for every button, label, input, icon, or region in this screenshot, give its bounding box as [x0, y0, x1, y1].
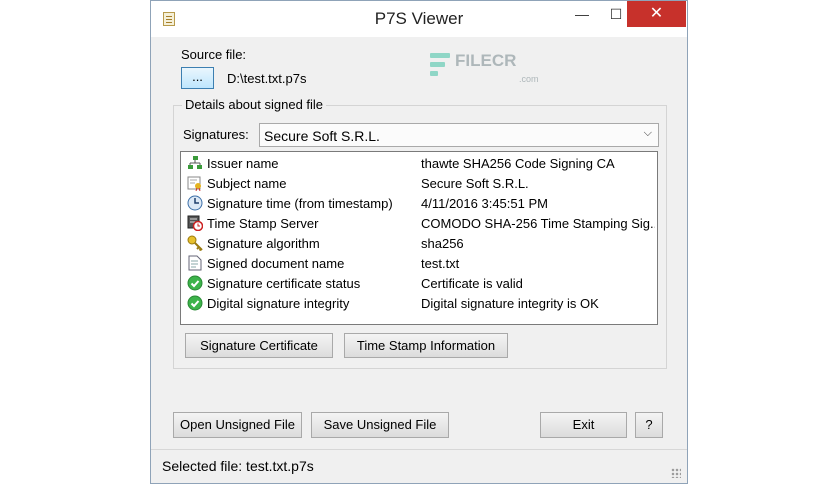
status-bar: Selected file: test.txt.p7s [151, 449, 687, 484]
signatures-selected-value: Secure Soft S.R.L. [264, 128, 380, 144]
property-value: Secure Soft S.R.L. [421, 176, 529, 191]
minimize-button[interactable]: — [565, 1, 599, 27]
watermark-brand: FILECR [455, 51, 517, 70]
open-unsigned-file-button[interactable]: Open Unsigned File [173, 412, 302, 438]
property-name: Signature time (from timestamp) [207, 196, 393, 211]
key-icon [187, 235, 203, 252]
time-stamp-information-button[interactable]: Time Stamp Information [344, 333, 508, 358]
issuer-tree-icon [187, 155, 203, 171]
property-name: Subject name [207, 176, 287, 191]
property-value: 4/11/2016 3:45:51 PM [421, 196, 548, 211]
resize-grip-icon[interactable] [671, 468, 681, 478]
property-value: sha256 [421, 236, 464, 251]
signatures-dropdown[interactable]: Secure Soft S.R.L. ⌵ [259, 123, 659, 147]
source-file-path: D:\test.txt.p7s [227, 71, 307, 86]
source-file-label: Source file: [181, 47, 247, 62]
signature-certificate-button[interactable]: Signature Certificate [185, 333, 333, 358]
list-item[interactable]: Issuer name thawte SHA256 Code Signing C… [181, 153, 657, 173]
timestamp-server-icon [187, 215, 204, 232]
document-icon [187, 255, 203, 271]
property-name: Digital signature integrity [207, 296, 350, 311]
filecr-logo-icon [430, 53, 450, 81]
property-value: Digital signature integrity is OK [421, 296, 599, 311]
property-name: Issuer name [207, 156, 279, 171]
check-circle-icon [187, 275, 203, 291]
help-button[interactable]: ? [635, 412, 663, 438]
chevron-down-icon[interactable]: ⌵ [644, 127, 652, 140]
list-item[interactable]: Signature certificate status Certificate… [181, 273, 657, 293]
subject-certificate-icon [187, 175, 203, 192]
details-group-label: Details about signed file [182, 97, 327, 112]
property-value: Certificate is valid [421, 276, 523, 291]
save-unsigned-file-button[interactable]: Save Unsigned File [311, 412, 449, 438]
close-button[interactable]: ✕ [627, 1, 686, 27]
list-item[interactable]: Signed document name test.txt [181, 253, 657, 273]
property-name: Signed document name [207, 256, 345, 271]
list-item[interactable]: Signature algorithm sha256 [181, 233, 657, 253]
property-name: Signature certificate status [207, 276, 361, 291]
signature-details-list[interactable]: Issuer name thawte SHA256 Code Signing C… [180, 151, 658, 325]
signatures-label: Signatures: [183, 127, 249, 142]
watermark-sub: .com [519, 74, 539, 84]
list-item[interactable]: Signature time (from timestamp) 4/11/201… [181, 193, 657, 213]
exit-button[interactable]: Exit [540, 412, 627, 438]
clock-icon [187, 195, 203, 211]
title-bar: P7S Viewer — ☐ ✕ [151, 1, 687, 37]
p7s-viewer-window: P7S Viewer — ☐ ✕ Source file: ... D:\tes… [150, 0, 688, 484]
check-circle-icon [187, 295, 203, 311]
browse-button[interactable]: ... [181, 67, 214, 89]
property-value: COMODO SHA-256 Time Stamping Sig... [421, 216, 655, 231]
status-text: Selected file: test.txt.p7s [162, 458, 314, 474]
list-item[interactable]: Subject name Secure Soft S.R.L. [181, 173, 657, 193]
property-value: test.txt [421, 256, 460, 271]
list-item[interactable]: Time Stamp Server COMODO SHA-256 Time St… [181, 213, 657, 233]
property-value: thawte SHA256 Code Signing CA [421, 156, 615, 171]
property-name: Signature algorithm [207, 236, 320, 251]
property-name: Time Stamp Server [207, 216, 319, 231]
list-item[interactable]: Digital signature integrity Digital sign… [181, 293, 657, 313]
